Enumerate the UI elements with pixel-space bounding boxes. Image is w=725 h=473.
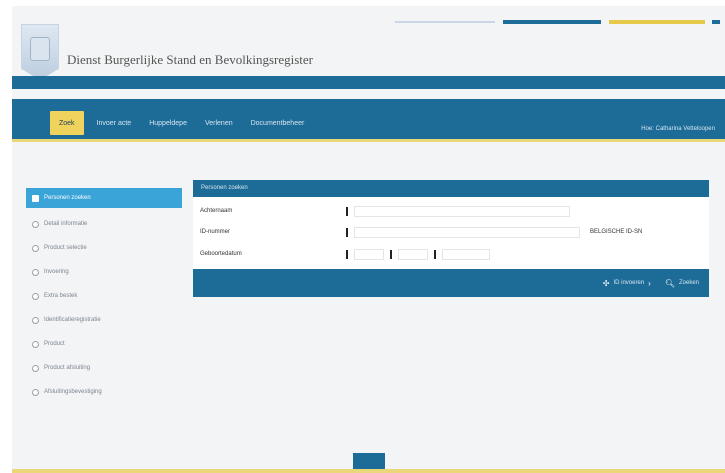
sidebar-item-label: Product afsluiting (44, 365, 91, 371)
achternaam-input[interactable] (354, 205, 570, 217)
radio-icon (32, 316, 39, 324)
header-decoration-line (712, 20, 720, 24)
sidebar-item-invoering[interactable]: Invoering (26, 260, 182, 284)
sidebar-item-label: Product (44, 341, 65, 347)
search-icon: 🔍︎ (664, 278, 675, 288)
text-cursor (346, 206, 348, 216)
header-decoration-line (503, 20, 601, 24)
birth-day-input[interactable] (354, 248, 384, 260)
sidebar-item-product[interactable]: Product (26, 332, 182, 356)
nav-item-documentbeheer[interactable]: Documentbeheer (242, 111, 314, 135)
footer-button[interactable] (353, 453, 385, 469)
header-band (12, 76, 725, 89)
sidebar-item-label: Detail informatie (44, 221, 88, 227)
search-label: Zoeken (678, 280, 699, 286)
radio-icon (32, 268, 39, 276)
form-row-achternaam: Achternaam (200, 203, 570, 219)
nav-item-huppeldepe[interactable]: Huppeldepe (140, 111, 196, 135)
checkbox-icon (32, 194, 39, 202)
sidebar-item-label: Invoering (44, 269, 69, 275)
sidebar-item-label: Extra bestek (44, 293, 78, 299)
achternaam-label: Achternaam (200, 208, 233, 214)
sidebar-item-afsluitingsbevestiging[interactable]: Afsluitingsbevestiging (26, 380, 182, 404)
text-cursor (346, 227, 348, 237)
birth-year-input[interactable] (442, 248, 490, 260)
header-decoration-line (395, 21, 495, 23)
sidebar-item-detail-informatie[interactable]: Detail informatie (26, 212, 182, 236)
radio-icon (32, 244, 39, 252)
sidebar-item-label: Identificatieregistratie (44, 317, 101, 323)
sidebar-item-product-afsluiting[interactable]: Product afsluiting (26, 356, 182, 380)
text-cursor (434, 249, 436, 259)
sidebar-item-extra-bestek[interactable]: Extra bestek (26, 284, 182, 308)
text-cursor (346, 249, 348, 259)
chevron-right-icon: › (648, 278, 651, 288)
radio-icon (32, 388, 39, 396)
id-invoeren-label: ID invoeren (613, 280, 645, 286)
card-icon: ✣ (602, 278, 610, 288)
nav-item-zoek[interactable]: Zoek (50, 111, 84, 135)
sidebar-item-label: Product selectie (44, 245, 87, 251)
sidebar-item-identificatieregistratie[interactable]: Identificatieregistratie (26, 308, 182, 332)
radio-icon (32, 364, 39, 372)
search-form: Achternaam ID-nummer BELGISCHE ID-SN Geb… (193, 197, 709, 269)
id-invoeren-button[interactable]: ✣ ID invoeren › (603, 279, 651, 288)
radio-icon (32, 340, 39, 348)
coat-of-arms-logo (21, 24, 59, 80)
sidebar-item-label: Personen zoeken (44, 195, 91, 201)
search-button[interactable]: 🔍︎ Zoeken (665, 279, 699, 288)
id-nummer-label: ID-nummer (200, 229, 231, 235)
panel-title: Personen zoeken (193, 180, 709, 197)
form-row-id-nummer: ID-nummer BELGISCHE ID-SN (200, 224, 642, 240)
id-nummer-input[interactable] (354, 226, 580, 238)
sidebar-item-personen-zoeken[interactable]: Personen zoeken (26, 188, 182, 208)
user-link[interactable]: Hoe: Catharina Vetteloopen (641, 126, 715, 132)
nav-accent-line (12, 139, 725, 142)
nav-item-invoer-acte[interactable]: Invoer acte (88, 111, 141, 135)
sidebar-item-product-selectie[interactable]: Product selectie (26, 236, 182, 260)
header-decoration-line (609, 20, 705, 24)
site-title: Dienst Burgerlijke Stand en Bevolkingsre… (67, 52, 313, 67)
action-bar: ✣ ID invoeren › 🔍︎ Zoeken (193, 269, 709, 297)
birth-month-input[interactable] (398, 248, 428, 260)
sidebar-item-label: Afsluitingsbevestiging (44, 389, 102, 395)
radio-icon (32, 292, 39, 300)
id-format-note: BELGISCHE ID-SN (590, 229, 643, 235)
shield-icon (30, 37, 50, 61)
radio-icon (32, 220, 39, 228)
sidebar: Personen zoeken Detail informatie Produc… (26, 188, 182, 404)
main-nav: Zoek Invoer acte Huppeldepe Verlenen Doc… (50, 111, 313, 135)
footer-accent-line (12, 469, 725, 473)
geboortedatum-label: Geboortedatum (200, 251, 242, 257)
form-row-geboortedatum: Geboortedatum (200, 246, 490, 262)
nav-item-verlenen[interactable]: Verlenen (196, 111, 242, 135)
text-cursor (390, 249, 392, 259)
